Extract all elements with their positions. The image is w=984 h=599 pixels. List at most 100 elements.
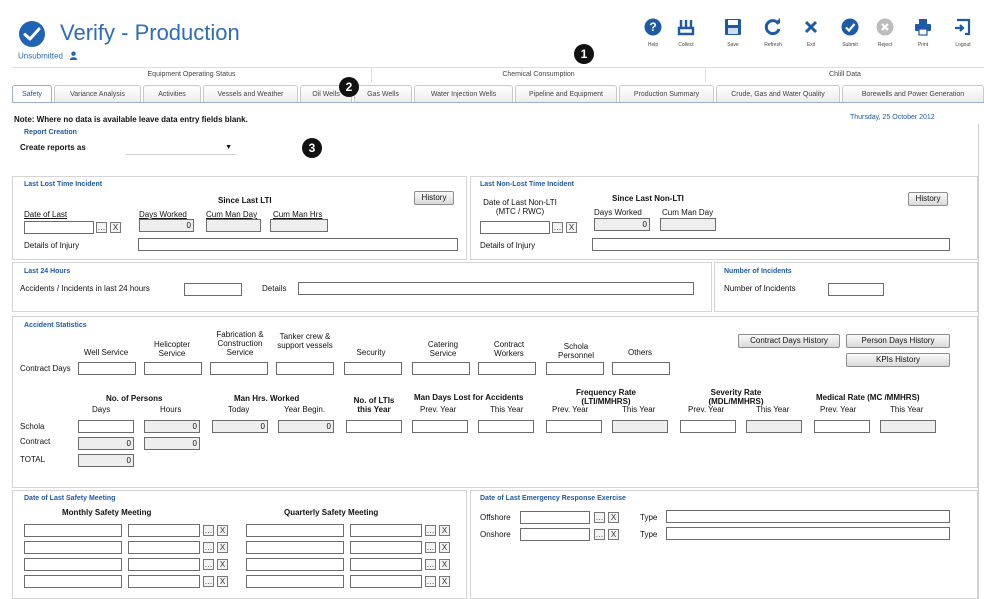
monthly-date-input[interactable] [24,541,122,554]
schola-sr-prev-input[interactable] [680,420,736,433]
save-icon[interactable] [724,18,742,36]
non-lti-cum-man-day-field [660,218,716,231]
refresh-icon[interactable] [764,18,782,36]
monthly-date-clear[interactable]: X [217,559,228,570]
tab-production-summary[interactable]: Production Summary [619,85,714,102]
contract-days-well-service[interactable] [78,362,136,375]
schola-days-input[interactable] [78,420,134,433]
contract-days-contract-workers[interactable] [478,362,536,375]
lti-date-input[interactable] [24,221,94,234]
non-lti-date-clear-button[interactable]: X [566,222,577,233]
category-chemical-consumption[interactable]: Chemical Consumption [372,68,706,82]
schola-ltis-input[interactable] [346,420,402,433]
offshore-date-picker[interactable]: … [594,512,605,523]
accidents-last24-input[interactable] [184,283,242,296]
tab-water-injection-wells[interactable]: Water Injection Wells [414,85,513,102]
offshore-type-input[interactable] [666,510,950,523]
category-chill-data[interactable]: Chlill Data [706,68,984,82]
right-scrollbar-edge[interactable] [978,124,979,599]
quarterly-date-input-2[interactable] [350,575,422,588]
monthly-date-picker[interactable]: … [203,576,214,587]
monthly-date-clear[interactable]: X [217,525,228,536]
monthly-date-picker[interactable]: … [203,542,214,553]
quarterly-date-input-2[interactable] [350,524,422,537]
contract-days-helicopter[interactable] [144,362,202,375]
onshore-type-input[interactable] [666,527,950,540]
tab-pipeline-and-equipment[interactable]: Pipeline and Equipment [515,85,617,102]
quarterly-date-clear[interactable]: X [439,559,450,570]
offshore-date-input[interactable] [520,511,590,524]
reject-icon[interactable] [876,18,894,36]
incidents-input[interactable] [828,283,884,296]
onshore-date-clear[interactable]: X [608,529,619,540]
submit-icon[interactable] [841,18,859,36]
schola-mdl-this-input[interactable] [478,420,534,433]
monthly-date-input[interactable] [24,575,122,588]
quarterly-date-input-2[interactable] [350,541,422,554]
contract-days-schola[interactable] [546,362,604,375]
tab-safety[interactable]: Safety [12,85,52,103]
quarterly-date-picker[interactable]: … [425,559,436,570]
onshore-date-picker[interactable]: … [594,529,605,540]
tab-crude-gas-water-quality[interactable]: Crude, Gas and Water Quality [716,85,840,102]
contract-days-others[interactable] [612,362,670,375]
quarterly-date-input[interactable] [246,575,344,588]
mdl-this-year-header: This Year [490,405,524,414]
schola-mr-prev-input[interactable] [814,420,870,433]
tab-borewells-power-generation[interactable]: Borewells and Power Generation [842,85,984,102]
monthly-date-input-2[interactable] [128,575,200,588]
collect-icon[interactable] [677,18,695,36]
help-icon[interactable]: ? [644,18,662,36]
onshore-date-input[interactable] [520,528,590,541]
quarterly-date-clear[interactable]: X [439,576,450,587]
tab-activities[interactable]: Activities [143,85,201,102]
lti-date-clear-button[interactable]: X [110,222,121,233]
no-of-ltis-header: No. of LTIs this Year [353,396,395,414]
quarterly-date-clear[interactable]: X [439,525,450,536]
monthly-date-input[interactable] [24,524,122,537]
non-lti-date-input[interactable] [480,221,550,234]
quarterly-date-clear[interactable]: X [439,542,450,553]
non-lti-details-input[interactable] [592,238,950,251]
tab-variance-analysis[interactable]: Variance Analysis [54,85,141,102]
offshore-date-clear[interactable]: X [608,512,619,523]
contract-days-history-button[interactable]: Contract Days History [738,334,840,348]
monthly-date-input-2[interactable] [128,558,200,571]
category-equipment-operating-status[interactable]: Equipment Operating Status [12,68,372,82]
last24-details-input[interactable] [298,282,694,295]
monthly-date-input[interactable] [24,558,122,571]
tab-vessels-and-weather[interactable]: Vessels and Weather [203,85,298,102]
lti-details-input[interactable] [138,238,458,251]
current-date: Thursday, 25 October 2012 [850,114,935,121]
tab-gas-wells[interactable]: Gas Wells [354,85,412,102]
contract-days-fabrication[interactable] [210,362,268,375]
kpis-history-button[interactable]: KPIs History [846,353,950,367]
exit-icon[interactable] [802,18,820,36]
print-icon[interactable] [914,18,932,36]
person-days-history-button[interactable]: Person Days History [846,334,950,348]
monthly-date-picker[interactable]: … [203,559,214,570]
non-lti-date-picker-button[interactable]: … [552,222,563,233]
schola-fr-prev-input[interactable] [546,420,602,433]
quarterly-date-picker[interactable]: … [425,576,436,587]
create-reports-select[interactable]: ▼ [126,141,236,155]
monthly-date-clear[interactable]: X [217,542,228,553]
quarterly-date-picker[interactable]: … [425,525,436,536]
logout-icon[interactable] [954,18,972,36]
schola-mdl-prev-input[interactable] [412,420,468,433]
quarterly-date-input-2[interactable] [350,558,422,571]
lti-history-button[interactable]: History [414,191,454,205]
contract-days-security[interactable] [344,362,402,375]
contract-days-catering[interactable] [412,362,470,375]
monthly-date-input-2[interactable] [128,541,200,554]
quarterly-date-picker[interactable]: … [425,542,436,553]
quarterly-date-input[interactable] [246,524,344,537]
lti-date-picker-button[interactable]: … [96,222,107,233]
contract-days-tanker[interactable] [276,362,334,375]
non-lti-history-button[interactable]: History [908,192,948,206]
quarterly-date-input[interactable] [246,558,344,571]
monthly-date-input-2[interactable] [128,524,200,537]
monthly-date-picker[interactable]: … [203,525,214,536]
monthly-date-clear[interactable]: X [217,576,228,587]
quarterly-date-input[interactable] [246,541,344,554]
